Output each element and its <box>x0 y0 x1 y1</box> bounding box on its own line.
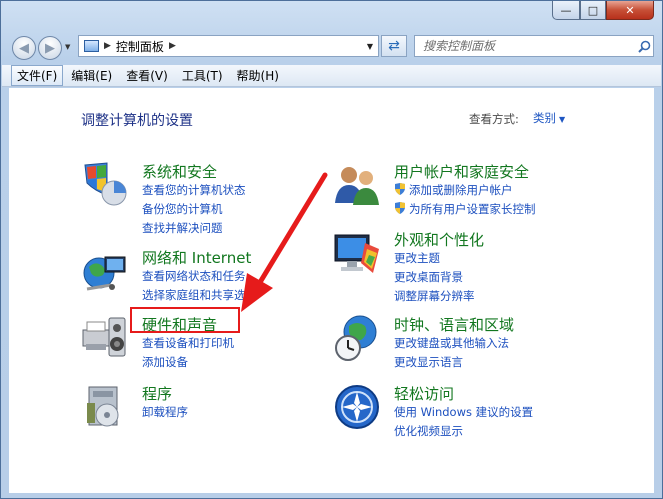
category-link[interactable]: 查看设备和打印机 <box>142 335 234 351</box>
minimize-icon: — <box>560 3 572 17</box>
uac-shield-icon <box>395 202 405 214</box>
programs-icon <box>87 386 119 427</box>
category-link[interactable]: 使用 Windows 建议的设置 <box>394 404 533 420</box>
maximize-icon: □ <box>587 3 599 17</box>
breadcrumb-chevron-icon[interactable]: ▶ <box>169 41 176 51</box>
breadcrumb-control-panel[interactable]: 控制面板 <box>116 38 164 55</box>
uac-shield-icon <box>395 183 405 195</box>
search-box[interactable] <box>414 35 654 57</box>
minimize-button[interactable]: — <box>552 1 580 20</box>
menu-bar: 文件(F) 编辑(E) 查看(V) 工具(T) 帮助(H) <box>2 65 661 87</box>
category-link[interactable]: 卸载程序 <box>142 404 188 420</box>
view-by-value: 类别 <box>533 111 556 125</box>
category-title[interactable]: 轻松访问 <box>394 383 454 404</box>
category-title[interactable]: 系统和安全 <box>142 161 217 182</box>
address-bar[interactable]: ▶ 控制面板 ▶ <box>78 35 379 57</box>
control-panel-icon <box>84 40 99 52</box>
control-panel-window: — □ ✕ ◀ ▶ ▼ ▶ 控制面板 ▶ ▼ ⇄ 文件(F) 编辑(E) 查看(… <box>0 0 663 499</box>
category-link[interactable]: 选择家庭组和共享选项 <box>142 287 257 303</box>
close-icon: ✕ <box>625 3 635 17</box>
category-link-text: 为所有用户设置家长控制 <box>409 202 536 216</box>
refresh-icon: ⇄ <box>388 38 400 54</box>
network-globe-icon <box>83 256 126 291</box>
clock-globe-icon <box>335 315 377 361</box>
category-link[interactable]: 查找并解决问题 <box>142 220 223 236</box>
chevron-down-icon: ▼ <box>65 43 71 51</box>
menu-view[interactable]: 查看(V) <box>120 65 174 86</box>
highlight-box <box>130 307 240 333</box>
category-link[interactable]: 添加或删除用户帐户 <box>394 182 513 198</box>
refresh-button[interactable]: ⇄ <box>381 35 407 57</box>
category-link[interactable]: 查看您的计算机状态 <box>142 182 246 198</box>
category-link[interactable]: 备份您的计算机 <box>142 201 223 217</box>
category-title[interactable]: 用户帐户和家庭安全 <box>394 161 529 182</box>
search-input[interactable] <box>421 38 635 54</box>
category-title[interactable]: 外观和个性化 <box>394 229 484 250</box>
ease-of-access-icon <box>335 385 379 429</box>
category-link[interactable]: 更改主题 <box>394 250 440 266</box>
printer-speaker-icon <box>82 317 126 357</box>
security-shield-icon <box>84 162 127 206</box>
menu-tools[interactable]: 工具(T) <box>176 65 229 86</box>
menu-file[interactable]: 文件(F) <box>11 65 64 86</box>
view-by-label: 查看方式: <box>469 112 519 126</box>
back-button[interactable]: ◀ <box>12 36 36 60</box>
category-link[interactable]: 查看网络状态和任务 <box>142 268 246 284</box>
forward-button[interactable]: ▶ <box>38 36 62 60</box>
address-history-dropdown[interactable]: ▼ <box>361 38 379 54</box>
category-title[interactable]: 时钟、语言和区域 <box>394 314 514 335</box>
page-title: 调整计算机的设置 <box>81 113 193 129</box>
appearance-monitor-icon <box>334 234 379 273</box>
view-by-dropdown[interactable]: 类别 ▼ <box>533 110 565 126</box>
category-title[interactable]: 程序 <box>142 383 172 404</box>
recent-pages-dropdown[interactable]: ▼ <box>65 43 70 51</box>
menu-edit[interactable]: 编辑(E) <box>65 65 118 86</box>
chevron-down-icon: ▼ <box>366 41 374 51</box>
chevron-down-icon: ▼ <box>559 115 566 124</box>
close-button[interactable]: ✕ <box>606 1 654 20</box>
maximize-button[interactable]: □ <box>580 1 606 20</box>
content-area: 调整计算机的设置 查看方式: 类别 ▼ 系统和安全 查看您的计算机状态 备份您的计… <box>9 88 654 493</box>
menu-help[interactable]: 帮助(H) <box>231 65 285 86</box>
category-link[interactable]: 优化视频显示 <box>394 423 463 439</box>
category-link[interactable]: 更改显示语言 <box>394 354 463 370</box>
search-icon[interactable] <box>635 40 653 53</box>
category-link[interactable]: 为所有用户设置家长控制 <box>394 201 536 217</box>
breadcrumb-chevron-icon[interactable]: ▶ <box>104 41 111 51</box>
category-link[interactable]: 调整屏幕分辨率 <box>394 288 475 304</box>
arrow-right-icon: ▶ <box>45 40 55 56</box>
users-icon <box>335 167 379 205</box>
category-link[interactable]: 更改键盘或其他输入法 <box>394 335 509 351</box>
category-link-text: 添加或删除用户帐户 <box>409 183 513 197</box>
arrow-left-icon: ◀ <box>19 40 29 56</box>
category-link[interactable]: 添加设备 <box>142 354 188 370</box>
category-title[interactable]: 网络和 Internet <box>142 247 251 268</box>
category-link[interactable]: 更改桌面背景 <box>394 269 463 285</box>
